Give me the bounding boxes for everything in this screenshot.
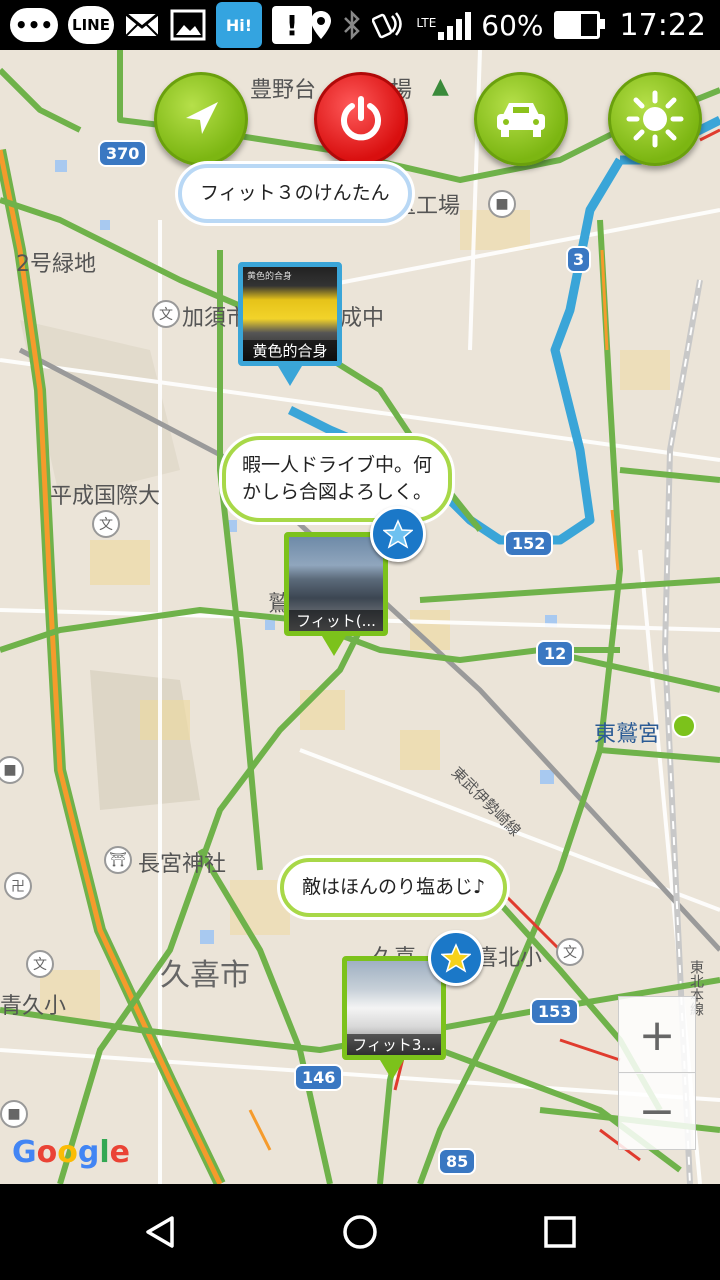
post-message-line: かしら合図よろしく。 xyxy=(242,481,433,503)
network-type: LTE xyxy=(416,16,437,30)
marker-pointer xyxy=(380,1060,404,1080)
map-label: 喜北小 xyxy=(476,946,543,971)
shrine-icon: ⛩ xyxy=(104,846,132,874)
nfc-icon xyxy=(372,10,406,40)
alert-icon: ! xyxy=(272,6,312,44)
bluetooth-icon xyxy=(342,10,362,40)
post-photo-frame: フィット(... xyxy=(284,532,388,636)
photo-header: 黄色的合身 xyxy=(247,272,293,282)
post-caption: フィット3... xyxy=(347,1034,441,1055)
marker-pointer xyxy=(278,366,302,386)
post-message-bubble[interactable]: 敵はほんのり塩あじ♪ xyxy=(280,858,508,917)
map-label: 長宮神社 xyxy=(138,852,227,877)
route-shield: 12 xyxy=(536,640,575,667)
navigation-bar xyxy=(0,1184,720,1280)
school-icon: 文 xyxy=(556,938,584,966)
map-label: 青久小 xyxy=(0,994,67,1019)
post-message-line: 暇一人ドライブ中。何 xyxy=(242,454,433,476)
home-icon xyxy=(343,1215,377,1249)
hi-app-icon: Hi! xyxy=(216,2,262,48)
navigate-button[interactable] xyxy=(154,72,248,166)
navigation-arrow-icon xyxy=(186,102,218,134)
post-message: フィット３のけんたん xyxy=(200,182,390,204)
favorite-star-badge[interactable] xyxy=(428,930,484,986)
school-icon: 文 xyxy=(152,300,180,328)
battery-icon xyxy=(553,11,605,39)
route-shield: 85 xyxy=(438,1148,477,1175)
station-dot xyxy=(672,714,696,738)
marker-pointer xyxy=(322,636,346,656)
line-icon: LINE xyxy=(68,6,114,44)
factory-icon: ■ xyxy=(0,1100,28,1128)
route-shield: 370 xyxy=(98,140,148,167)
station-label: 東鷲宮 xyxy=(594,722,661,747)
post-marker[interactable]: 黄色的合身 黄色的合身 xyxy=(238,262,342,392)
post-caption: 黄色的合身 xyxy=(243,340,337,361)
post-photo-frame: フィット3... xyxy=(342,956,446,1060)
star-icon xyxy=(441,943,471,973)
factory-icon: ■ xyxy=(488,190,516,218)
home-button[interactable] xyxy=(330,1204,390,1260)
map-label: 成中 xyxy=(340,306,385,331)
brightness-button[interactable] xyxy=(608,72,702,166)
power-button[interactable] xyxy=(314,72,408,166)
location-icon xyxy=(310,10,332,40)
route-shield: 153 xyxy=(530,998,580,1025)
chat-bubble-icon: ••• xyxy=(10,8,58,42)
post-message-bubble[interactable]: フィット３のけんたん xyxy=(178,164,412,223)
status-bar: ••• LINE Hi! ! LTE 60% 17:22 xyxy=(0,0,720,50)
park-icon: ▲ xyxy=(432,74,449,99)
school-icon: 文 xyxy=(92,510,120,538)
back-icon xyxy=(146,1216,174,1248)
star-icon xyxy=(383,519,413,549)
school-icon: 文 xyxy=(26,950,54,978)
signal-icon xyxy=(438,10,472,40)
image-icon xyxy=(170,9,206,41)
favorite-star-badge[interactable] xyxy=(370,506,426,562)
map-label: 豊野台 xyxy=(250,78,317,103)
map-label: 2号緑地 xyxy=(16,252,96,277)
route-shield: 152 xyxy=(504,530,554,557)
post-photo-frame: 黄色的合身 黄色的合身 xyxy=(238,262,342,366)
post-marker[interactable]: フィット(... xyxy=(284,532,388,662)
clock: 17:22 xyxy=(619,7,706,43)
post-message: 敵はほんのり塩あじ♪ xyxy=(302,876,486,898)
city-label: 久喜市 xyxy=(160,958,250,993)
google-logo: Google xyxy=(12,1135,131,1170)
recent-apps-button[interactable] xyxy=(530,1204,590,1260)
power-icon xyxy=(341,96,381,141)
battery-percent: 60% xyxy=(481,8,544,42)
zoom-out-button[interactable]: − xyxy=(618,1072,696,1150)
map-label: 平成国際大 xyxy=(50,484,161,509)
post-caption: フィット(... xyxy=(289,610,383,631)
map-view[interactable]: 豊野台 広場 埼玉工場 2号緑地 加須市 成中 平成国際大 鷲 東鷲宮 東武伊勢… xyxy=(0,50,720,1184)
zoom-in-button[interactable]: + xyxy=(618,996,696,1074)
post-marker[interactable]: フィット3... xyxy=(342,956,446,1086)
mail-icon xyxy=(124,10,160,40)
route-shield: 146 xyxy=(294,1064,344,1091)
car-icon xyxy=(497,103,545,137)
post-message-bubble[interactable]: 暇一人ドライブ中。何 かしら合図よろしく。 xyxy=(222,436,453,522)
sun-icon xyxy=(626,90,684,148)
recent-apps-icon xyxy=(544,1216,576,1248)
route-shield: 3 xyxy=(566,246,592,273)
car-button[interactable] xyxy=(474,72,568,166)
back-button[interactable] xyxy=(130,1204,190,1260)
temple-icon: 卍 xyxy=(4,872,32,900)
